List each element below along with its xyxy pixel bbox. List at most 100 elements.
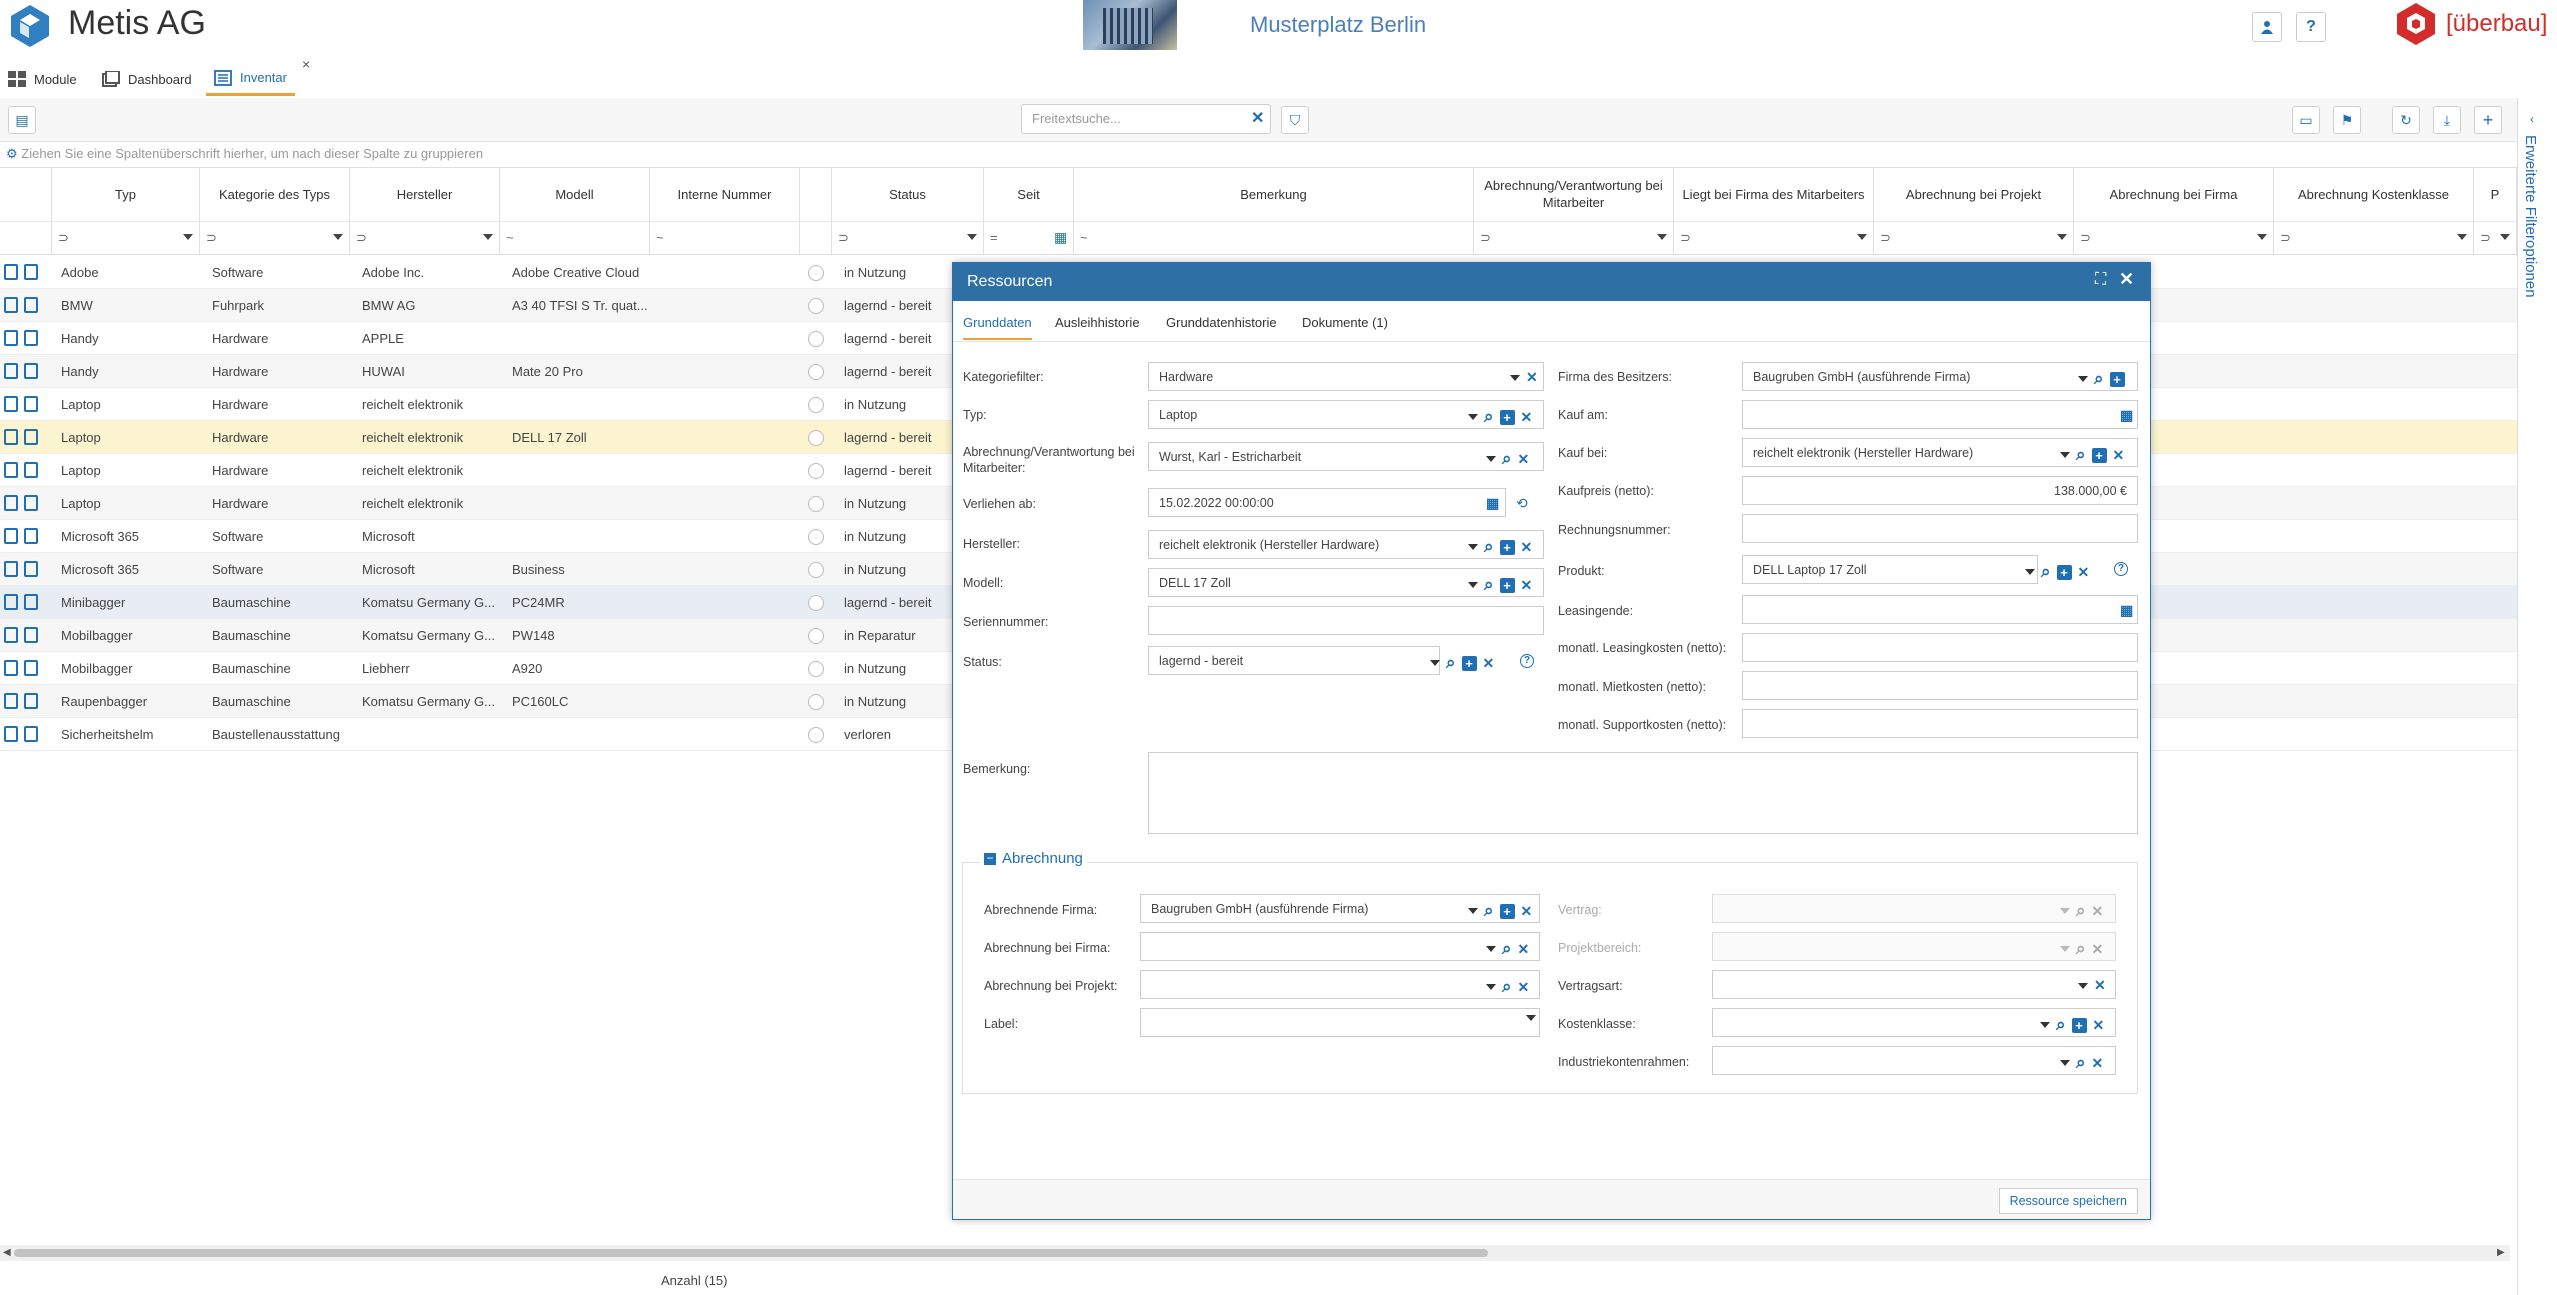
- row-radio[interactable]: [808, 430, 824, 446]
- tab-ausleihhistorie[interactable]: Ausleihhistorie: [1055, 315, 1140, 338]
- column-filter[interactable]: ⊃: [200, 221, 350, 255]
- tab-inventar[interactable]: Inventar: [206, 62, 295, 96]
- scrollbar-thumb[interactable]: [14, 1249, 1488, 1257]
- column-filter[interactable]: ⊃: [1674, 221, 1874, 255]
- column-header[interactable]: Bemerkung: [1074, 167, 1474, 221]
- copy-icon[interactable]: [4, 429, 18, 445]
- abrechnung-legend[interactable]: − Abrechnung: [980, 850, 1087, 867]
- chevron-down-icon[interactable]: [2060, 452, 2070, 458]
- copy-icon[interactable]: [4, 330, 18, 346]
- row-radio[interactable]: [808, 727, 824, 743]
- calendar-icon[interactable]: ▦: [2120, 407, 2133, 424]
- column-header[interactable]: Status: [832, 167, 984, 221]
- add-icon[interactable]: +: [1499, 409, 1515, 425]
- clipboard-icon[interactable]: ▭: [2292, 106, 2320, 134]
- search-icon[interactable]: ⌕: [1484, 575, 1494, 595]
- row-radio[interactable]: [808, 694, 824, 710]
- add-icon[interactable]: +: [1499, 577, 1515, 593]
- column-header[interactable]: Abrechnung bei Firma: [2074, 167, 2274, 221]
- row-radio[interactable]: [808, 463, 824, 479]
- maximize-icon[interactable]: ⛶: [2095, 271, 2106, 289]
- chevron-down-icon[interactable]: [1468, 414, 1478, 420]
- search-icon[interactable]: ⌕: [2041, 562, 2051, 582]
- column-header[interactable]: P: [2474, 167, 2517, 221]
- column-filter[interactable]: ⊃: [1474, 221, 1674, 255]
- add-icon[interactable]: +: [2091, 447, 2107, 463]
- column-filter[interactable]: ⊃: [52, 221, 200, 255]
- column-header[interactable]: Abrechnung bei Projekt: [1874, 167, 2074, 221]
- column-header[interactable]: Abrechnung/Verantwortung bei Mitarbeiter: [1474, 167, 1674, 221]
- help-icon[interactable]: ?: [2114, 562, 2128, 576]
- tab-grunddaten[interactable]: Grunddaten: [963, 315, 1032, 340]
- search-icon[interactable]: ⌕: [1484, 407, 1494, 427]
- help-icon[interactable]: ?: [2296, 12, 2326, 42]
- chevron-down-icon[interactable]: [483, 234, 493, 240]
- search-icon[interactable]: ⌕: [1502, 449, 1512, 469]
- chevron-down-icon[interactable]: [967, 234, 977, 240]
- clear-icon[interactable]: ✕: [1521, 409, 1533, 426]
- tab-dashboard[interactable]: Dashboard: [102, 62, 192, 96]
- calendar-icon[interactable]: ▦: [1054, 229, 1067, 246]
- flag-icon[interactable]: ⚑: [2333, 106, 2361, 134]
- chevron-down-icon[interactable]: [1468, 582, 1478, 588]
- pdf-icon[interactable]: [24, 693, 38, 709]
- chevron-down-icon[interactable]: [1486, 456, 1496, 462]
- pdf-icon[interactable]: [24, 462, 38, 478]
- copy-icon[interactable]: [4, 693, 18, 709]
- leasingkosten-field[interactable]: [1742, 633, 2138, 662]
- copy-icon[interactable]: [4, 594, 18, 610]
- pdf-icon[interactable]: [24, 495, 38, 511]
- clear-icon[interactable]: ✕: [1483, 655, 1495, 672]
- scroll-left-icon[interactable]: ◀: [3, 1247, 11, 1258]
- copy-icon[interactable]: [4, 396, 18, 412]
- row-radio[interactable]: [808, 397, 824, 413]
- column-header[interactable]: Interne Nummer: [650, 167, 800, 221]
- chevron-down-icon[interactable]: [2257, 234, 2267, 240]
- pdf-icon[interactable]: [24, 363, 38, 379]
- pdf-icon[interactable]: [24, 396, 38, 412]
- column-filter[interactable]: ⊃: [2074, 221, 2274, 255]
- pdf-icon[interactable]: [24, 594, 38, 610]
- pdf-icon[interactable]: [24, 297, 38, 313]
- kategoriefilter-field[interactable]: Hardware: [1148, 362, 1544, 391]
- row-radio[interactable]: [808, 298, 824, 314]
- column-filter[interactable]: ⊃: [1874, 221, 2074, 255]
- column-filter[interactable]: ⊃: [832, 221, 984, 255]
- row-radio[interactable]: [808, 529, 824, 545]
- search-input[interactable]: Freitextsuche...: [1021, 104, 1271, 134]
- leasingende-field[interactable]: [1742, 595, 2138, 624]
- pdf-icon[interactable]: [24, 561, 38, 577]
- row-radio[interactable]: [808, 595, 824, 611]
- produkt-field[interactable]: DELL Laptop 17 Zoll: [1742, 555, 2038, 584]
- chevron-down-icon[interactable]: [2457, 234, 2467, 240]
- copy-icon[interactable]: [4, 363, 18, 379]
- column-header[interactable]: Kategorie des Typs: [200, 167, 350, 221]
- copy-icon[interactable]: [4, 495, 18, 511]
- copy-icon[interactable]: [4, 627, 18, 643]
- export-icon[interactable]: ▤: [8, 106, 36, 134]
- clear-icon[interactable]: ✕: [1526, 369, 1538, 386]
- copy-icon[interactable]: [4, 660, 18, 676]
- mitarbeiter-field[interactable]: Wurst, Karl - Estricharbeit: [1148, 442, 1544, 471]
- clear-icon[interactable]: ✕: [1521, 539, 1533, 556]
- copy-icon[interactable]: [4, 561, 18, 577]
- chevron-down-icon[interactable]: [2500, 234, 2510, 240]
- seriennummer-field[interactable]: [1148, 606, 1544, 635]
- calendar-icon[interactable]: ▦: [2120, 602, 2133, 619]
- copy-icon[interactable]: [4, 726, 18, 742]
- search-icon[interactable]: ⌕: [2076, 445, 2086, 465]
- add-icon[interactable]: +: [1499, 539, 1515, 555]
- column-header[interactable]: Modell: [500, 167, 650, 221]
- chevron-down-icon[interactable]: [2057, 234, 2067, 240]
- search-icon[interactable]: ⌕: [1446, 653, 1456, 673]
- column-filter[interactable]: ⊃: [2274, 221, 2474, 255]
- mietkosten-field[interactable]: [1742, 671, 2138, 700]
- supportkosten-field[interactable]: [1742, 709, 2138, 738]
- copy-icon[interactable]: [4, 462, 18, 478]
- search-icon[interactable]: ⌕: [2094, 369, 2104, 389]
- close-tab-icon[interactable]: ×: [302, 56, 310, 72]
- side-panel-label[interactable]: Erweiterte Filteroptionen: [2522, 135, 2539, 298]
- pdf-icon[interactable]: [24, 660, 38, 676]
- chevron-down-icon[interactable]: [2025, 569, 2035, 575]
- pdf-icon[interactable]: [24, 429, 38, 445]
